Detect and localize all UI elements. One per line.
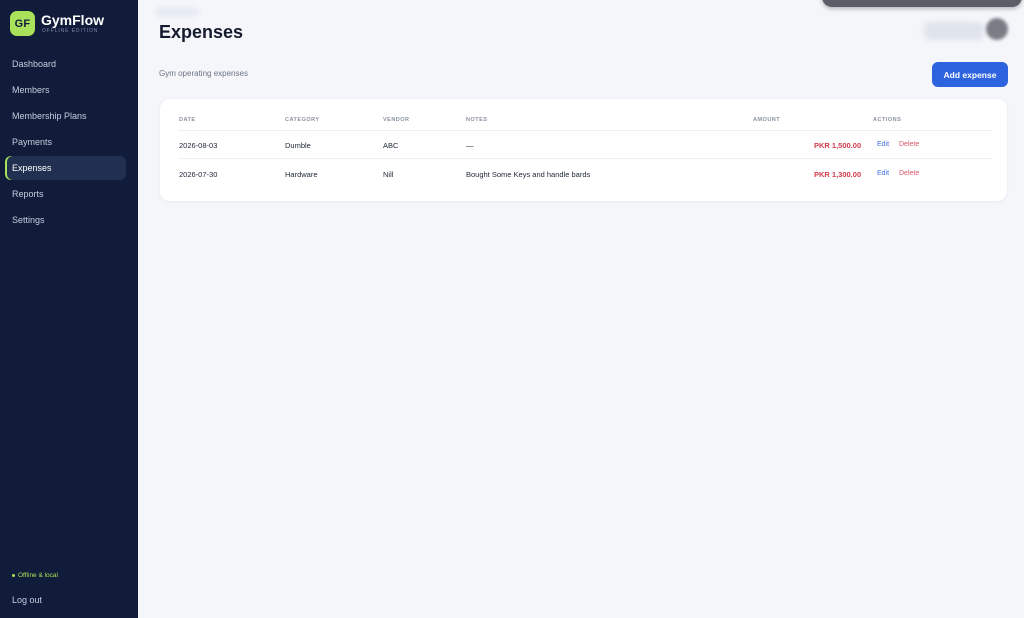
header-divider xyxy=(178,130,992,131)
cell-date: 2026-07-30 xyxy=(179,170,218,179)
expenses-table: DATE CATEGORY VENDOR NOTES AMOUNT ACTION… xyxy=(160,99,1007,201)
page-subtitle: Gym operating expenses xyxy=(159,69,248,78)
edit-button[interactable]: Edit xyxy=(877,170,889,177)
logout-button[interactable]: Log out xyxy=(12,595,42,605)
brand-name: GymFlow xyxy=(41,11,105,28)
brand-edition: OFFLINE EDITION xyxy=(42,27,99,34)
cell-vendor: Nill xyxy=(383,170,394,179)
user-name-placeholder xyxy=(924,22,984,40)
sidebar-item-expenses[interactable]: Expenses xyxy=(5,156,126,180)
sidebar-item-membership-plans[interactable]: Membership Plans xyxy=(5,104,126,128)
edit-button[interactable]: Edit xyxy=(877,141,889,148)
brand-logo: GF xyxy=(10,11,35,36)
sidebar-item-dashboard[interactable]: Dashboard xyxy=(5,52,126,76)
row-divider xyxy=(178,158,992,159)
page-title: Expenses xyxy=(159,22,244,42)
status-dot-icon xyxy=(12,574,15,577)
column-header-date[interactable]: DATE xyxy=(179,117,196,123)
offline-status-label: Offline & local xyxy=(18,572,58,579)
cell-notes: Bought Some Keys and handle bards xyxy=(466,170,591,179)
sidebar-item-reports[interactable]: Reports xyxy=(5,182,126,206)
cell-notes: — xyxy=(466,141,474,150)
cell-date: 2026-08-03 xyxy=(179,141,218,150)
cell-vendor: ABC xyxy=(383,141,399,150)
column-header-notes[interactable]: NOTES xyxy=(466,117,487,123)
sidebar: GF GymFlow OFFLINE EDITION Dashboard Mem… xyxy=(0,0,138,618)
breadcrumb-placeholder xyxy=(155,7,199,17)
sidebar-nav: Dashboard Members Membership Plans Payme… xyxy=(5,52,126,234)
cell-category: Dumble xyxy=(285,141,311,150)
cell-amount: PKR 1,500.00 xyxy=(814,141,862,150)
column-header-category[interactable]: CATEGORY xyxy=(285,117,320,123)
sidebar-item-settings[interactable]: Settings xyxy=(5,208,126,232)
sidebar-item-payments[interactable]: Payments xyxy=(5,130,126,154)
overlay-popup-edge xyxy=(822,0,1022,7)
delete-button[interactable]: Delete xyxy=(899,170,919,177)
offline-status: Offline & local xyxy=(12,572,58,579)
delete-button[interactable]: Delete xyxy=(899,141,919,148)
avatar[interactable] xyxy=(986,18,1008,40)
column-header-vendor[interactable]: VENDOR xyxy=(383,117,410,123)
sidebar-item-members[interactable]: Members xyxy=(5,78,126,102)
column-header-amount[interactable]: AMOUNT xyxy=(753,117,780,123)
cell-category: Hardware xyxy=(285,170,318,179)
brand-text: GymFlow OFFLINE EDITION xyxy=(41,11,105,35)
brand[interactable]: GF GymFlow OFFLINE EDITION xyxy=(10,11,104,36)
add-expense-button[interactable]: Add expense xyxy=(932,62,1008,87)
column-header-actions: ACTIONS xyxy=(873,117,902,123)
cell-amount: PKR 1,300.00 xyxy=(814,170,862,179)
